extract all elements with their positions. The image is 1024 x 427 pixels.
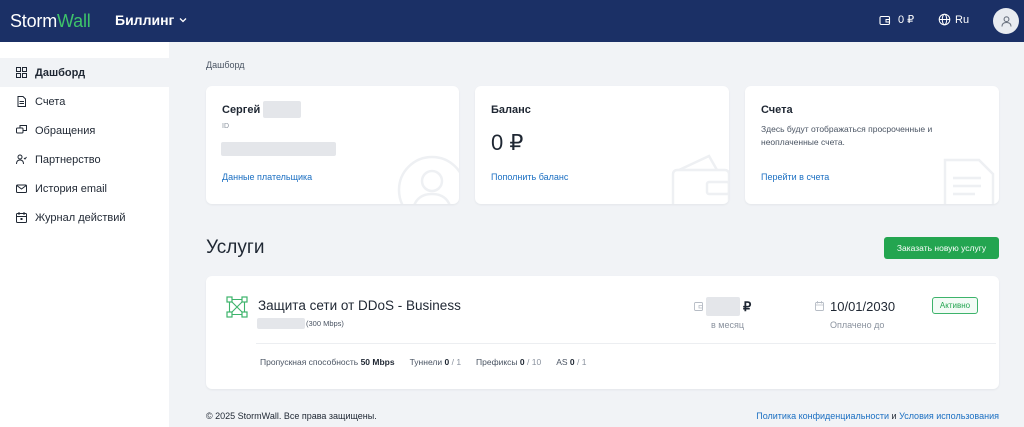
service-stats: Пропускная способность 50 Mbps Туннели 0… <box>260 357 586 367</box>
prefixes-used: 0 <box>519 357 525 367</box>
invoices-card: Счета Здесь будут отображаться просрочен… <box>745 86 999 204</box>
wallet-icon <box>879 15 891 25</box>
as-used: 0 <box>569 357 575 367</box>
redacted-surname <box>263 101 301 118</box>
sidebar-item-dashboard[interactable]: Дашборд <box>0 58 169 87</box>
redacted-service-id <box>257 318 305 329</box>
balance-title: Баланс <box>491 104 531 116</box>
redacted-payer-info <box>221 142 336 156</box>
paid-until-label: Оплачено до <box>830 320 885 330</box>
invoices-description: Здесь будут отображаться просроченные и … <box>761 124 933 147</box>
status-badge: Активно <box>932 297 978 314</box>
footer-and: и <box>891 411 897 421</box>
balance-indicator[interactable]: 0 ₽ <box>879 13 914 26</box>
sidebar: Дашборд Счета Обращения Партнерство Исто… <box>0 42 169 427</box>
copyright: © 2025 StormWall. Все права защищены. <box>206 411 377 421</box>
service-name[interactable]: Защита сети от DDoS - Business <box>258 298 461 313</box>
invoices-title: Счета <box>761 104 793 116</box>
logo-storm-text: Storm <box>10 11 58 31</box>
sidebar-item-label: История email <box>35 182 107 195</box>
sidebar-item-label: Обращения <box>35 124 96 137</box>
balance-card: Баланс 0 ₽ Пополнить баланс <box>475 86 729 204</box>
user-illustration-icon <box>397 155 459 204</box>
sidebar-item-tickets[interactable]: Обращения <box>0 116 169 145</box>
sidebar-item-label: Журнал действий <box>35 211 126 224</box>
logo[interactable]: StormWall <box>10 11 91 32</box>
user-name: Сергей <box>222 104 261 116</box>
user-id-label: ID <box>222 123 229 130</box>
bandwidth-value: 50 Mbps <box>360 357 395 367</box>
product-switcher[interactable]: Биллинг <box>115 12 188 28</box>
tunnels-used: 0 <box>444 357 450 367</box>
invoice-illustration-icon <box>943 158 995 204</box>
calendar-icon <box>16 212 27 223</box>
bandwidth-stat: Пропускная способность 50 Mbps <box>260 357 395 367</box>
tunnels-label: Туннели <box>409 357 443 367</box>
as-label: AS <box>556 357 568 367</box>
terms-of-use-link[interactable]: Условия использования <box>899 411 999 421</box>
tunnels-total: / 1 <box>451 357 462 367</box>
calendar-icon <box>815 301 824 311</box>
go-to-invoices-link[interactable]: Перейти в счета <box>761 172 829 182</box>
redacted-price <box>706 297 740 316</box>
payer-data-link[interactable]: Данные плательщика <box>222 172 312 182</box>
divider <box>256 343 996 344</box>
network-shield-icon <box>226 296 248 318</box>
document-icon <box>17 96 26 107</box>
privacy-policy-link[interactable]: Политика конфиденциальности <box>756 411 889 421</box>
wallet-icon <box>694 302 703 311</box>
product-label: Биллинг <box>115 12 175 28</box>
as-stat: AS 0 / 1 <box>556 357 586 367</box>
services-title: Услуги <box>206 237 265 258</box>
prefixes-label: Префиксы <box>476 357 518 367</box>
service-subtitle: (300 Mbps) <box>306 319 344 328</box>
logo-wall-text: Wall <box>57 11 91 31</box>
balance-value: 0 ₽ <box>898 14 915 26</box>
prefixes-total: / 10 <box>527 357 542 367</box>
breadcrumb: Дашборд <box>206 60 245 70</box>
order-new-service-button[interactable]: Заказать новую услугу <box>884 237 999 259</box>
chat-icon <box>16 125 27 134</box>
user-card: Сергей ID Данные плательщика <box>206 86 459 204</box>
top-up-balance-link[interactable]: Пополнить баланс <box>491 172 568 182</box>
sidebar-item-email-history[interactable]: История email <box>0 174 169 203</box>
wallet-illustration-icon <box>671 154 729 204</box>
bandwidth-label: Пропускная способность <box>260 357 359 367</box>
globe-icon <box>938 13 951 26</box>
language-label: Ru <box>955 13 970 26</box>
language-selector[interactable]: Ru <box>938 13 969 26</box>
tunnels-stat: Туннели 0 / 1 <box>410 357 461 367</box>
top-bar: StormWall Биллинг 0 ₽ Ru <box>0 0 1024 42</box>
sidebar-item-label: Счета <box>35 95 66 108</box>
balance-amount: 0 ₽ <box>491 130 524 155</box>
sidebar-item-partnership[interactable]: Партнерство <box>0 145 169 174</box>
paid-until-date: 10/01/2030 <box>830 299 896 314</box>
users-icon <box>16 154 27 165</box>
footer-links: Политика конфиденциальности и Условия ис… <box>756 411 999 421</box>
avatar[interactable] <box>993 8 1019 34</box>
as-total: / 1 <box>577 357 587 367</box>
prefixes-stat: Префиксы 0 / 10 <box>476 357 541 367</box>
service-card[interactable] <box>206 276 999 389</box>
price-period: в месяц <box>711 320 745 330</box>
mail-icon <box>16 184 27 193</box>
chevron-down-icon <box>179 18 187 23</box>
price-currency: ₽ <box>743 299 752 314</box>
sidebar-item-label: Дашборд <box>35 66 86 79</box>
sidebar-item-invoices[interactable]: Счета <box>0 87 169 116</box>
sidebar-item-action-log[interactable]: Журнал действий <box>0 203 169 232</box>
sidebar-item-label: Партнерство <box>35 153 101 166</box>
user-icon <box>1000 15 1012 27</box>
dashboard-icon <box>16 67 27 78</box>
